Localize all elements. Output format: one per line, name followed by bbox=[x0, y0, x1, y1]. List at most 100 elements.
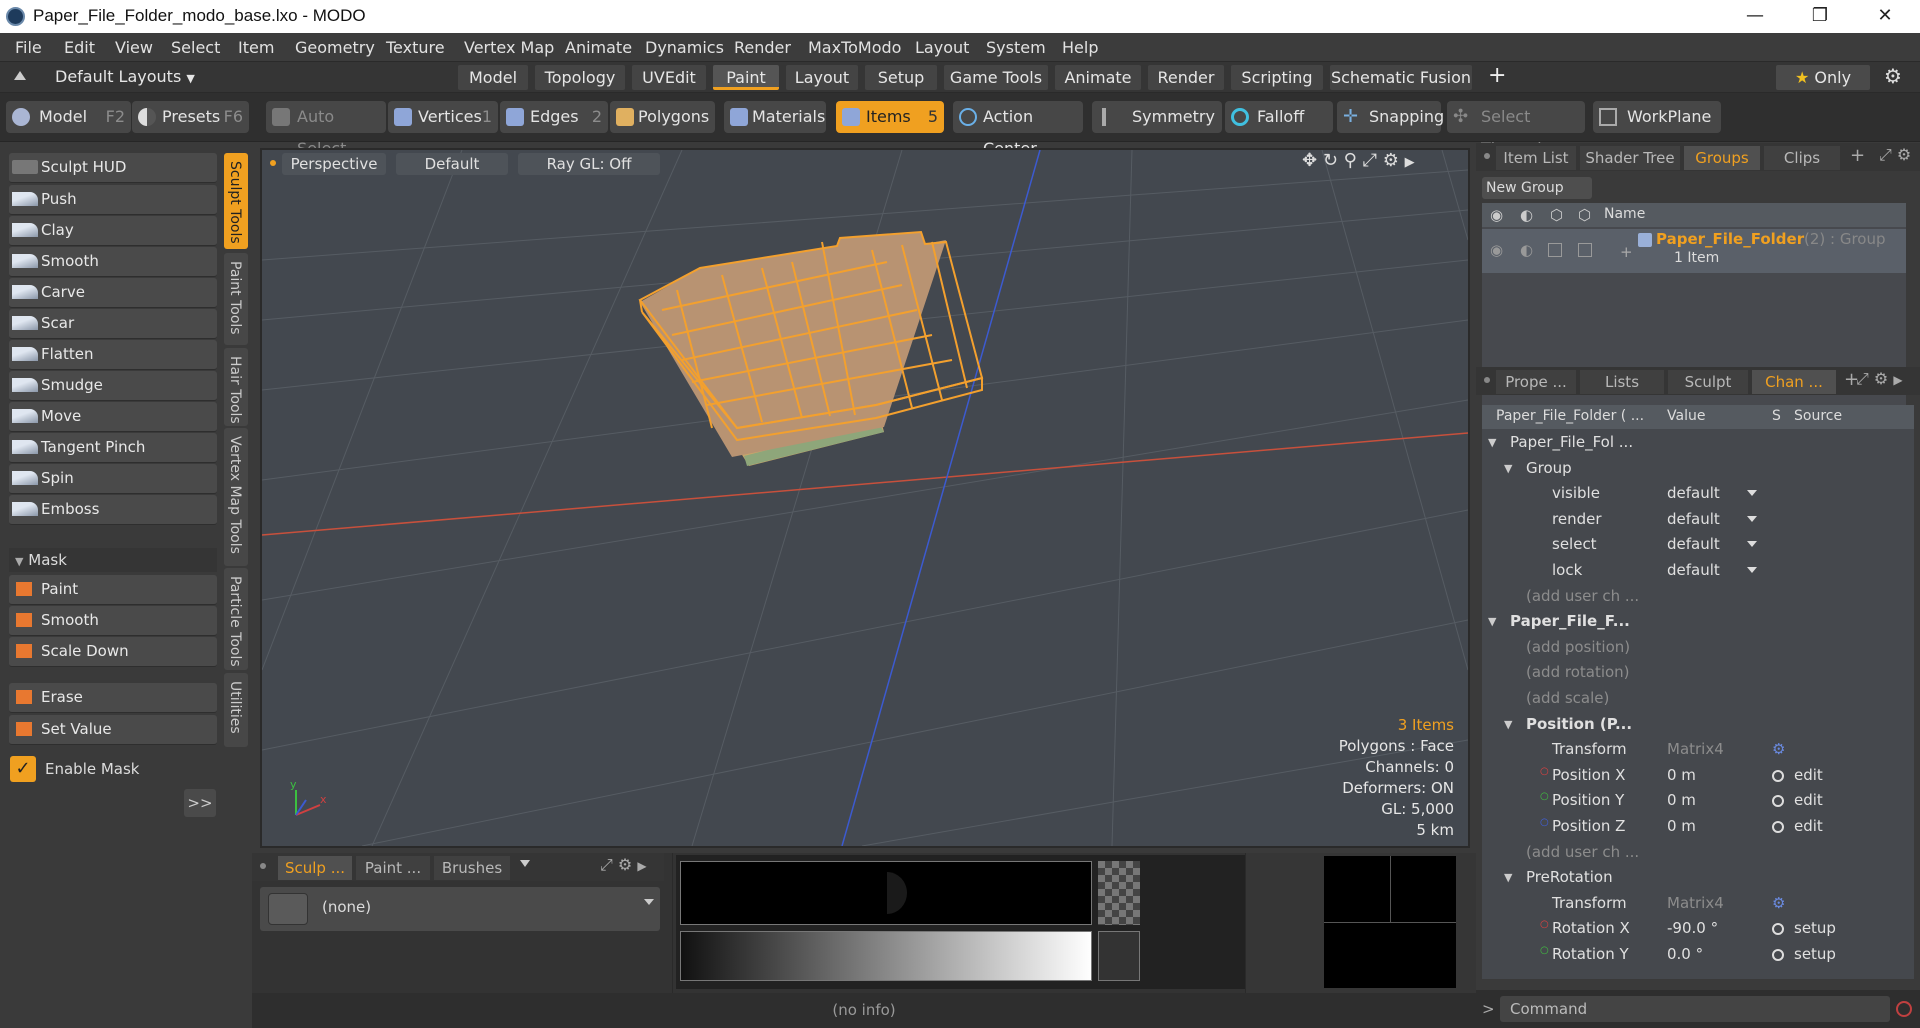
sculpt-tool-emboss[interactable]: Emboss bbox=[9, 495, 217, 525]
edges-button[interactable]: Edges 2 bbox=[500, 101, 608, 133]
expand-panel-icon[interactable]: ⤢ bbox=[1856, 369, 1869, 388]
raygl-button[interactable]: Ray GL: Off bbox=[518, 153, 660, 175]
zoom-view-icon[interactable]: ⚲ bbox=[1344, 150, 1357, 171]
channel-row[interactable]: Transform Matrix4 ⚙ bbox=[1482, 737, 1912, 762]
viewport-gear-icon[interactable]: ⚙ bbox=[1383, 150, 1399, 171]
channel-row[interactable]: ▼ PreRotation bbox=[1482, 865, 1912, 890]
channel-row[interactable]: Position Z ○ 0 m edit bbox=[1482, 814, 1912, 839]
menu-view[interactable]: View bbox=[115, 38, 153, 57]
panel-gear-icon[interactable]: ⚙ bbox=[1897, 145, 1911, 164]
channel-row[interactable]: Rotation X ○ -90.0 ° setup bbox=[1482, 916, 1912, 941]
menu-help[interactable]: Help bbox=[1062, 38, 1098, 57]
vtab-paint-tools[interactable]: Paint Tools bbox=[224, 253, 248, 345]
menu-item[interactable]: Item bbox=[238, 38, 274, 57]
snapping-button[interactable]: ✛ Snapping bbox=[1337, 101, 1444, 133]
channel-value[interactable]: Matrix4 bbox=[1667, 894, 1724, 912]
channel-value[interactable]: default bbox=[1667, 510, 1720, 528]
materials-button[interactable]: Materials bbox=[724, 101, 826, 133]
panel-gear-icon[interactable]: ⚙ bbox=[1874, 369, 1888, 388]
visibility-eye-icon[interactable]: ◉ bbox=[1490, 206, 1503, 224]
tab-setup[interactable]: Setup bbox=[865, 65, 937, 90]
tab-game-tools[interactable]: Game Tools bbox=[944, 65, 1048, 90]
channel-row[interactable]: ▼ Paper_File_F... bbox=[1482, 609, 1912, 634]
tab-schematic-fusion[interactable]: Schematic Fusion bbox=[1330, 65, 1472, 90]
channel-row[interactable]: ▼ Paper_File_Fol ... bbox=[1482, 430, 1912, 455]
sculpt-tool-move[interactable]: Move bbox=[9, 402, 217, 432]
chevron-down-icon[interactable] bbox=[520, 860, 530, 867]
default-layouts-dropdown[interactable]: Default Layouts ▼ bbox=[55, 67, 195, 86]
channel-row[interactable]: (add position) bbox=[1482, 635, 1912, 660]
sculpt-tool-clay[interactable]: Clay bbox=[9, 216, 217, 246]
minimize-button[interactable]: — bbox=[1730, 2, 1780, 30]
tab-properties[interactable]: Prope ... bbox=[1496, 370, 1576, 394]
select-icon[interactable]: ⬡ bbox=[1578, 206, 1591, 224]
tab-sculpt[interactable]: Sculpt bbox=[1668, 370, 1748, 394]
tab-lists[interactable]: Lists bbox=[1580, 370, 1664, 394]
tab-model[interactable]: Model bbox=[458, 65, 528, 90]
menu-vertex-map[interactable]: Vertex Map bbox=[464, 38, 554, 57]
expand-panel-icon[interactable]: ⤢ bbox=[600, 855, 613, 874]
vtab-particle-tools[interactable]: Particle Tools bbox=[224, 568, 248, 670]
channel-row[interactable]: render default bbox=[1482, 507, 1912, 532]
state-circle-icon[interactable] bbox=[1772, 769, 1784, 782]
channel-value[interactable]: 0 m bbox=[1667, 817, 1696, 835]
chevron-down-icon[interactable] bbox=[1747, 541, 1757, 548]
tab-groups[interactable]: Groups bbox=[1684, 146, 1760, 170]
sculpt-tool-flatten[interactable]: Flatten bbox=[9, 340, 217, 370]
model-mode-button[interactable]: Model F2 bbox=[6, 101, 131, 133]
transform-gear-icon[interactable]: ⚙ bbox=[1772, 740, 1785, 758]
chevron-down-icon[interactable] bbox=[1747, 515, 1757, 522]
sculpt-tool-smudge[interactable]: Smudge bbox=[9, 371, 217, 401]
render-icon[interactable]: ◐ bbox=[1520, 206, 1533, 224]
sculpt-tool-spin[interactable]: Spin bbox=[9, 464, 217, 494]
chevron-down-icon[interactable] bbox=[1747, 567, 1757, 573]
tab-brushes[interactable]: Brushes bbox=[434, 856, 510, 880]
channel-row[interactable]: (add scale) bbox=[1482, 686, 1912, 711]
channel-row[interactable]: Position Y ○ 0 m edit bbox=[1482, 788, 1912, 813]
tab-scripting[interactable]: Scripting bbox=[1231, 65, 1323, 90]
channel-value[interactable]: default bbox=[1667, 561, 1720, 579]
menu-animate[interactable]: Animate bbox=[565, 38, 632, 57]
select-through-button[interactable]: ✣ Select Through bbox=[1447, 101, 1585, 158]
tab-item-list[interactable]: Item List bbox=[1496, 146, 1576, 170]
channel-row[interactable]: (add user ch ... bbox=[1482, 840, 1912, 865]
presets-button[interactable]: Presets F6 bbox=[132, 101, 249, 133]
sculpt-tool-push[interactable]: Push bbox=[9, 185, 217, 215]
sculpt-tool-scar[interactable]: Scar bbox=[9, 309, 217, 339]
maximize-button[interactable]: ❐ bbox=[1795, 2, 1845, 30]
channel-row[interactable]: (add user ch ... bbox=[1482, 584, 1912, 609]
sculpt-tool-smooth[interactable]: Smooth bbox=[9, 247, 217, 277]
tab-layout[interactable]: Layout bbox=[786, 65, 858, 90]
channel-row[interactable]: visible default bbox=[1482, 481, 1912, 506]
vtab-hair-tools[interactable]: Hair Tools bbox=[224, 348, 248, 426]
menu-render[interactable]: Render bbox=[734, 38, 791, 57]
channel-row[interactable]: (add rotation) bbox=[1482, 660, 1912, 685]
erase-button[interactable]: Erase bbox=[9, 683, 217, 713]
tab-uvedit[interactable]: UVEdit bbox=[632, 65, 706, 90]
command-input[interactable]: Command bbox=[1500, 996, 1890, 1022]
menu-select[interactable]: Select bbox=[171, 38, 220, 57]
menu-geometry[interactable]: Geometry bbox=[295, 38, 375, 57]
mask-tool-smooth[interactable]: Smooth bbox=[9, 606, 217, 636]
channel-row[interactable]: ▼ Position (P... bbox=[1482, 712, 1912, 737]
mask-tool-scale-down[interactable]: Scale Down bbox=[9, 637, 217, 667]
brush-alpha-swatch[interactable] bbox=[1098, 861, 1140, 925]
menu-maxtomodo[interactable]: MaxToModo bbox=[808, 38, 901, 57]
panel-gear-icon[interactable]: ⚙ bbox=[618, 855, 632, 874]
channel-value[interactable]: default bbox=[1667, 535, 1720, 553]
collapse-triangle-icon[interactable]: ▼ bbox=[1504, 718, 1512, 731]
sculpt-tool-tangent-pinch[interactable]: Tangent Pinch bbox=[9, 433, 217, 463]
brush-preset-selector[interactable]: (none) bbox=[260, 887, 660, 931]
state-circle-icon[interactable] bbox=[1772, 821, 1784, 833]
move-view-icon[interactable]: ✥ bbox=[1302, 150, 1317, 171]
tab-topology[interactable]: Topology bbox=[535, 65, 625, 90]
tab-paint-brush[interactable]: Paint ... bbox=[356, 856, 430, 880]
channel-row[interactable]: Position X ○ 0 m edit bbox=[1482, 763, 1912, 788]
polygons-button[interactable]: Polygons bbox=[610, 101, 715, 133]
channel-value[interactable]: 0 m bbox=[1667, 791, 1696, 809]
state-circle-icon[interactable] bbox=[1772, 923, 1784, 936]
fit-view-icon[interactable]: ⤢ bbox=[1363, 150, 1377, 171]
state-circle-icon[interactable] bbox=[1772, 795, 1784, 808]
new-group-button[interactable]: New Group bbox=[1482, 177, 1592, 199]
rotate-view-icon[interactable]: ↻ bbox=[1323, 150, 1338, 171]
